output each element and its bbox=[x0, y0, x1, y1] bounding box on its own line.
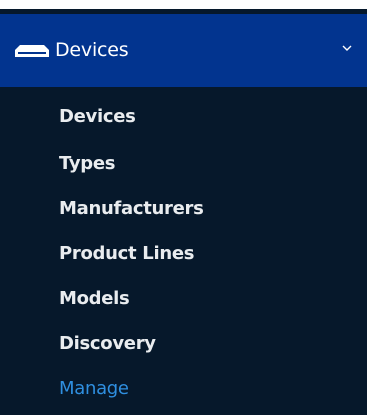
sidebar-item-label: Manufacturers bbox=[59, 198, 204, 219]
sidebar-item-label: Models bbox=[59, 288, 130, 309]
sidebar-item-models[interactable]: Models bbox=[0, 260, 367, 309]
sidebar-item-label: Devices bbox=[59, 106, 136, 127]
sidebar-item-manage[interactable]: Manage bbox=[0, 350, 367, 399]
sidebar-item-label: Types bbox=[59, 153, 116, 174]
sidebar-item-devices[interactable]: Devices bbox=[0, 87, 367, 127]
sidebar-nav: Devices Devices Types Manufacturers Prod… bbox=[0, 9, 367, 415]
sidebar-item-manufacturers[interactable]: Manufacturers bbox=[0, 170, 367, 219]
devices-group-header[interactable]: Devices bbox=[0, 14, 367, 87]
sidebar-item-types[interactable]: Types bbox=[0, 125, 367, 174]
sidebar-item-label: Discovery bbox=[59, 333, 156, 354]
sidebar-item-discovery[interactable]: Discovery bbox=[0, 305, 367, 354]
chevron-down-icon[interactable] bbox=[342, 45, 352, 52]
sidebar-item-label: Manage bbox=[59, 378, 129, 399]
sidebar-item-product-lines[interactable]: Product Lines bbox=[0, 215, 367, 264]
sidebar-item-label: Product Lines bbox=[59, 243, 195, 264]
device-icon bbox=[15, 45, 49, 57]
devices-group-label: Devices bbox=[55, 39, 129, 61]
devices-submenu: Devices Types Manufacturers Product Line… bbox=[0, 87, 367, 399]
